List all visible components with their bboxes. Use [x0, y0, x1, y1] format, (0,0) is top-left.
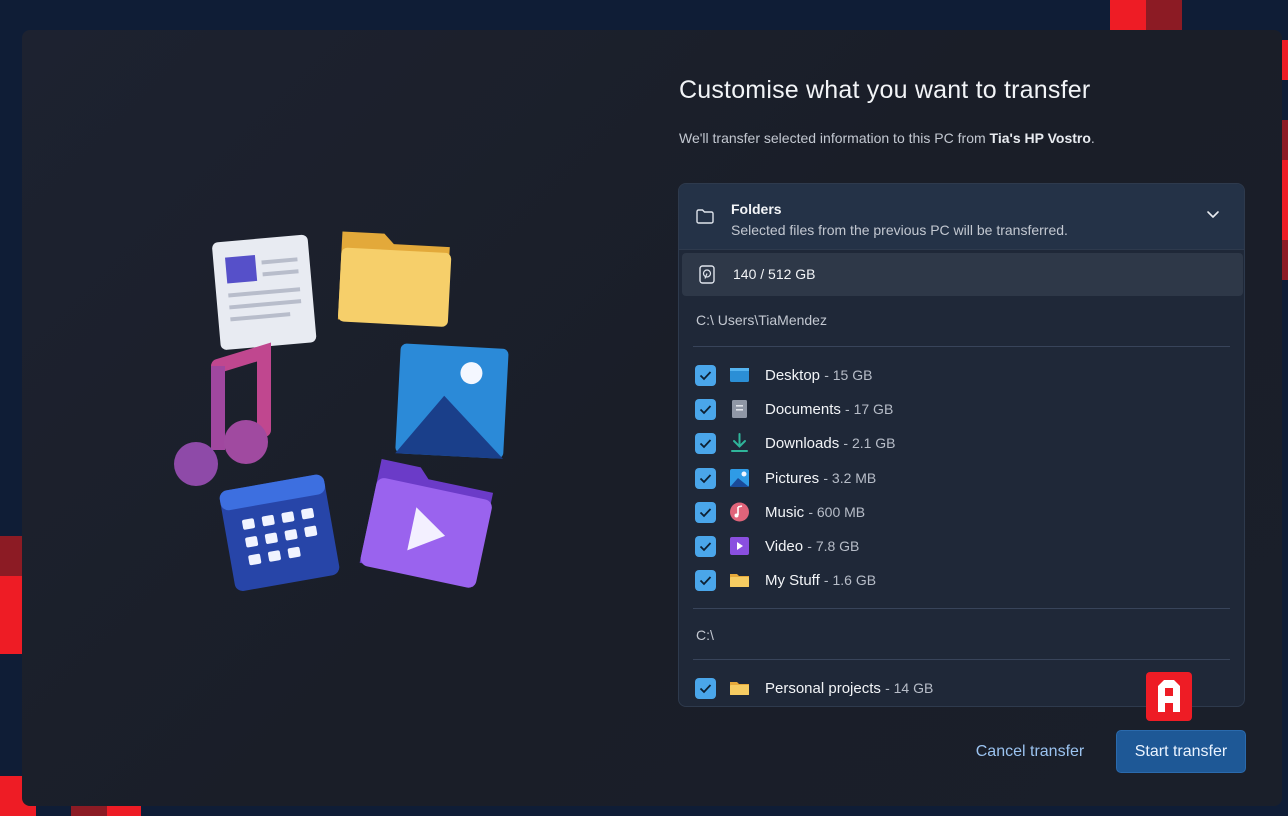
item-label: Desktop - 15 GB — [765, 367, 872, 384]
checkmark-icon — [699, 371, 712, 381]
folder-icon — [730, 574, 749, 587]
documents-icon — [732, 400, 747, 418]
divider — [693, 608, 1230, 609]
folders-panel: Folders Selected files from the previous… — [678, 183, 1245, 707]
page-subtitle: We'll transfer selected information to t… — [679, 130, 1095, 146]
item-label: Video - 7.8 GB — [765, 538, 859, 555]
subtitle-text: We'll transfer selected information to t… — [679, 130, 990, 146]
pictures-icon — [730, 469, 749, 487]
list-item-documents[interactable]: Documents - 17 GB — [695, 398, 1215, 420]
chevron-down-icon[interactable] — [1206, 210, 1220, 220]
storage-usage-bar: 140 / 512 GB — [682, 253, 1243, 296]
checkbox[interactable] — [695, 502, 716, 523]
list-item-video[interactable]: Video - 7.8 GB — [695, 535, 1215, 557]
screen-background: Customise what you want to transfer We'l… — [0, 0, 1288, 816]
item-name: Personal projects — [765, 680, 881, 697]
picture-illustration-icon — [395, 343, 509, 459]
downloads-icon — [731, 433, 748, 452]
checkbox[interactable] — [695, 570, 716, 591]
item-label: Music - 600 MB — [765, 504, 865, 521]
folder-illustration-icon — [337, 231, 452, 327]
item-name: My Stuff — [765, 572, 820, 589]
group-path: C:\ — [696, 627, 714, 643]
item-size: - 17 GB — [845, 401, 894, 417]
list-item-downloads[interactable]: Downloads - 2.1 GB — [695, 432, 1215, 454]
divider — [693, 659, 1230, 660]
list-item-pictures[interactable]: Pictures - 3.2 MB — [695, 467, 1215, 489]
section-description: Selected files from the previous PC will… — [731, 222, 1068, 238]
list-item-desktop[interactable]: Desktop - 15 GB — [695, 364, 1215, 386]
checkmark-icon — [699, 439, 712, 449]
item-size: - 14 GB — [885, 680, 934, 696]
checkmark-icon — [699, 684, 712, 694]
checkmark-icon — [699, 474, 712, 484]
item-label: Pictures - 3.2 MB — [765, 470, 876, 487]
desktop-icon — [730, 368, 749, 382]
item-name: Video — [765, 538, 804, 555]
list-item-my-stuff[interactable]: My Stuff - 1.6 GB — [695, 569, 1215, 591]
checkmark-icon — [699, 405, 712, 415]
item-name: Music — [765, 504, 805, 521]
item-size: - 3.2 MB — [823, 470, 877, 486]
checkbox[interactable] — [695, 536, 716, 557]
item-name: Desktop — [765, 367, 821, 384]
item-size: - 600 MB — [808, 504, 866, 520]
folder-outline-icon — [696, 209, 714, 224]
video-icon — [730, 537, 749, 555]
checkbox[interactable] — [695, 433, 716, 454]
checkbox[interactable] — [695, 365, 716, 386]
brand-logo-icon — [1158, 680, 1180, 712]
item-size: - 15 GB — [824, 367, 873, 383]
item-name: Documents — [765, 401, 841, 418]
item-label: Downloads - 2.1 GB — [765, 435, 896, 452]
list-item-music[interactable]: Music - 600 MB — [695, 501, 1215, 523]
cancel-transfer-button[interactable]: Cancel transfer — [963, 730, 1097, 774]
start-transfer-button[interactable]: Start transfer — [1116, 730, 1246, 773]
hard-drive-icon — [699, 265, 715, 284]
section-title: Folders — [731, 201, 782, 217]
item-label: Documents - 17 GB — [765, 401, 893, 418]
source-pc-name: Tia's HP Vostro — [989, 130, 1091, 146]
checkbox[interactable] — [695, 678, 716, 699]
checkmark-icon — [699, 576, 712, 586]
checkmark-icon — [699, 542, 712, 552]
folder-icon — [730, 682, 749, 695]
folders-section-header[interactable]: Folders Selected files from the previous… — [679, 184, 1244, 250]
group-path: C:\ Users\TiaMendez — [696, 312, 827, 328]
checkbox[interactable] — [695, 399, 716, 420]
storage-value: 140 / 512 GB — [733, 266, 816, 282]
subtitle-end: . — [1090, 130, 1095, 146]
item-name: Pictures — [765, 470, 820, 487]
item-size: - 7.8 GB — [807, 538, 860, 554]
page-title: Customise what you want to transfer — [679, 76, 1091, 104]
item-label: Personal projects - 14 GB — [765, 680, 933, 697]
item-label: My Stuff - 1.6 GB — [765, 572, 876, 589]
video-illustration-icon — [359, 459, 494, 588]
file-types-illustration — [174, 231, 509, 591]
brand-logo — [1146, 672, 1192, 721]
document-icon — [212, 234, 317, 350]
calendar-illustration-icon — [219, 474, 340, 591]
item-size: - 1.6 GB — [823, 572, 877, 588]
item-size: - 2.1 GB — [843, 435, 896, 451]
divider — [693, 346, 1230, 347]
music-icon — [730, 502, 749, 522]
music-illustration-icon — [174, 342, 271, 486]
list-item-personal-projects[interactable]: Personal projects - 14 GB — [695, 677, 1215, 699]
checkbox[interactable] — [695, 468, 716, 489]
checkmark-icon — [699, 508, 712, 518]
item-name: Downloads — [765, 435, 840, 452]
